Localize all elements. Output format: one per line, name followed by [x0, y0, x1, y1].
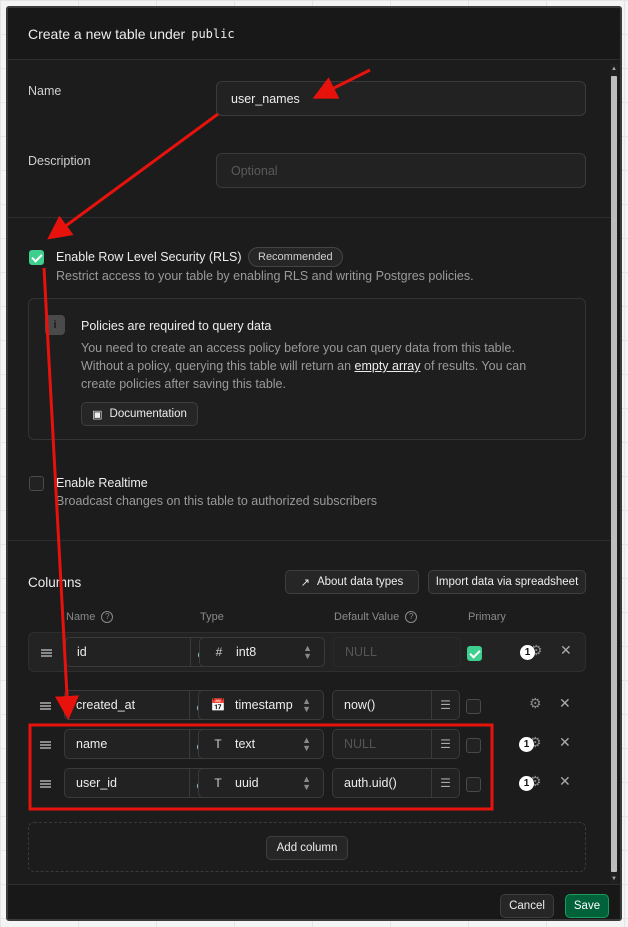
- rls-label: Enable Row Level Security (RLS): [56, 250, 242, 264]
- empty-array-link[interactable]: empty array: [355, 359, 421, 373]
- default-value-input[interactable]: NULL: [333, 637, 461, 667]
- book-icon: ▣: [92, 408, 103, 421]
- name-input[interactable]: user_names: [216, 81, 586, 116]
- column-header-primary: Primary: [468, 611, 506, 623]
- divider: [8, 217, 612, 218]
- help-icon: ?: [405, 611, 418, 624]
- list-icon[interactable]: ☰: [432, 690, 460, 720]
- count-badge: 1: [520, 645, 535, 660]
- chevron-up-down-icon: ▲ ▼: [302, 774, 311, 792]
- help-icon: ?: [101, 611, 114, 624]
- column-name-input[interactable]: created_at: [64, 690, 190, 720]
- close-icon[interactable]: ✕: [560, 642, 572, 659]
- scrollbar-thumb[interactable]: [611, 76, 617, 872]
- chevron-up-down-icon: ▲ ▼: [302, 696, 311, 714]
- info-icon: i: [45, 315, 65, 335]
- calendar-icon: 📅: [210, 698, 226, 712]
- column-name-input[interactable]: user_id: [64, 768, 190, 798]
- close-icon[interactable]: ✕: [559, 773, 571, 790]
- column-header-type: Type: [200, 611, 224, 623]
- notice-line-2: Without a policy, querying this table wi…: [81, 359, 527, 373]
- policy-notice: i Policies are required to query data Yo…: [28, 298, 586, 440]
- modal-header: Create a new table under public: [8, 8, 620, 60]
- list-icon[interactable]: ☰: [432, 768, 460, 798]
- drag-handle-icon[interactable]: [40, 780, 51, 788]
- notice-title: Policies are required to query data: [81, 319, 272, 333]
- default-value-input[interactable]: NULL: [332, 729, 432, 759]
- realtime-checkbox[interactable]: [29, 476, 44, 491]
- modal-title: Create a new table under: [28, 25, 186, 42]
- column-type-select[interactable]: 📅 timestamptz ▲▼: [198, 690, 324, 720]
- rls-description: Restrict access to your table by enablin…: [56, 269, 474, 283]
- column-type-select[interactable]: T text ▲ ▼: [198, 729, 324, 759]
- documentation-button[interactable]: ▣ Documentation: [81, 402, 198, 426]
- scroll-up-icon[interactable]: ▲: [610, 66, 618, 72]
- primary-checkbox[interactable]: [467, 646, 482, 661]
- scroll-down-icon[interactable]: ▼: [610, 876, 618, 882]
- description-input[interactable]: Optional: [216, 153, 586, 188]
- table-row: user_id 🔗 T uuid ▲▼ auth.uid() ☰ 1 ⚙ ✕: [28, 764, 586, 804]
- chevron-up-down-icon: ▲ ▼: [302, 735, 311, 753]
- table-row: created_at 🔗 📅 timestamptz ▲▼ now() ☰ ⚙ …: [28, 686, 586, 726]
- divider: [8, 540, 612, 541]
- rls-checkbox[interactable]: [29, 250, 44, 265]
- primary-checkbox[interactable]: [466, 777, 481, 792]
- save-button[interactable]: Save: [565, 894, 609, 918]
- modal-footer: Cancel Save: [8, 884, 620, 919]
- realtime-description: Broadcast changes on this table to autho…: [56, 494, 378, 508]
- drag-handle-icon[interactable]: [40, 702, 51, 710]
- add-column-area: Add column: [28, 822, 586, 872]
- columns-title: Columns: [28, 575, 82, 590]
- scrollbar[interactable]: ▲ ▼: [610, 64, 618, 884]
- drag-handle-icon[interactable]: [40, 741, 51, 749]
- column-type-select[interactable]: T uuid ▲ ▼: [198, 768, 324, 798]
- about-data-types-button[interactable]: ↗ About data types: [285, 570, 419, 594]
- chevron-up-down-icon: ▲ ▼: [303, 643, 312, 661]
- default-value-input[interactable]: auth.uid(): [332, 768, 432, 798]
- description-label: Description: [28, 154, 91, 168]
- primary-checkbox[interactable]: [466, 699, 481, 714]
- default-value-input[interactable]: now(): [332, 690, 432, 720]
- table-row: id 🔗 # int8 ▲▼ NULL 1 ⚙ ✕: [28, 632, 586, 672]
- cancel-button[interactable]: Cancel: [500, 894, 554, 918]
- name-label: Name: [28, 84, 62, 98]
- column-name-input[interactable]: name: [64, 729, 190, 759]
- column-header-name: Name?: [66, 611, 114, 624]
- close-icon[interactable]: ✕: [559, 734, 571, 751]
- primary-checkbox[interactable]: [466, 738, 481, 753]
- close-icon[interactable]: ✕: [559, 695, 571, 712]
- notice-line-1: You need to create an access policy befo…: [81, 341, 515, 355]
- count-badge: 1: [519, 776, 534, 791]
- count-badge: 1: [519, 737, 534, 752]
- gear-icon[interactable]: ⚙: [529, 695, 542, 712]
- realtime-label: Enable Realtime: [56, 476, 148, 490]
- list-icon[interactable]: ☰: [432, 729, 460, 759]
- schema-name: public: [191, 26, 235, 41]
- add-column-button[interactable]: Add column: [266, 836, 348, 860]
- external-link-icon: ↗: [300, 576, 310, 589]
- create-table-modal: Create a new table under public Name use…: [6, 6, 622, 921]
- notice-line-3: create policies after saving this table.: [81, 377, 286, 391]
- column-name-input[interactable]: id: [65, 637, 191, 667]
- drag-handle-icon[interactable]: [41, 649, 52, 657]
- column-type-select[interactable]: # int8 ▲ ▼: [199, 637, 325, 667]
- table-row: name 🔗 T text ▲▼ NULL ☰ 1 ⚙ ✕: [28, 725, 586, 765]
- recommended-badge: Recommended: [248, 247, 343, 267]
- column-header-default: Default Value?: [334, 611, 418, 624]
- import-spreadsheet-button[interactable]: Import data via spreadsheet: [428, 570, 586, 594]
- text-type-icon: T: [214, 776, 222, 790]
- text-type-icon: T: [214, 737, 222, 751]
- hash-icon: #: [215, 645, 223, 659]
